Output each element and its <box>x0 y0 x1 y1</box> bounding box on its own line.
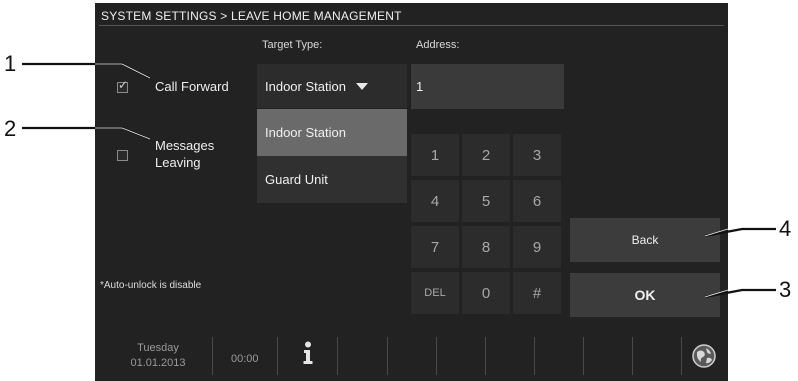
title-divider <box>99 25 724 26</box>
call-forward-label: Call Forward <box>155 79 229 94</box>
address-field[interactable]: 1 <box>411 64 564 109</box>
option-guard-unit[interactable]: Guard Unit <box>257 156 407 203</box>
page-title: SYSTEM SETTINGS > LEAVE HOME MANAGEMENT <box>101 9 402 23</box>
messages-leaving-line2: Leaving <box>155 155 201 170</box>
status-divider <box>485 337 486 375</box>
target-type-options: Indoor Station Guard Unit <box>257 109 407 203</box>
key-hash[interactable]: # <box>513 272 561 314</box>
status-divider <box>632 337 633 375</box>
messages-leaving-label: Messages Leaving <box>155 137 214 171</box>
status-divider <box>436 337 437 375</box>
date-display: Tuesday 01.01.2013 <box>115 341 201 371</box>
call-forward-option[interactable]: ✓ Call Forward <box>117 78 229 95</box>
option-indoor-station[interactable]: Indoor Station <box>257 109 407 156</box>
status-divider <box>534 337 535 375</box>
key-5[interactable]: 5 <box>462 180 510 222</box>
key-9[interactable]: 9 <box>513 226 561 268</box>
key-6[interactable]: 6 <box>513 180 561 222</box>
target-type-header: Target Type: <box>262 39 323 51</box>
device-screen: SYSTEM SETTINGS > LEAVE HOME MANAGEMENT … <box>95 3 728 381</box>
messages-leaving-line1: Messages <box>155 138 215 153</box>
status-divider <box>337 337 338 375</box>
callout-1: 1 <box>4 51 17 76</box>
status-divider <box>277 337 278 375</box>
date-label: 01.01.2013 <box>130 357 186 369</box>
call-forward-checkbox[interactable]: ✓ <box>117 78 128 93</box>
messages-leaving-checkbox[interactable] <box>117 150 128 161</box>
globe-icon[interactable] <box>691 343 717 369</box>
callout-2: 2 <box>4 116 17 141</box>
target-type-dropdown[interactable]: Indoor Station <box>257 64 407 108</box>
key-7[interactable]: 7 <box>411 226 459 268</box>
checkbox-tick-icon: ✓ <box>118 78 129 92</box>
time-display: 00:00 <box>231 353 259 365</box>
info-icon[interactable] <box>300 341 316 365</box>
day-label: Tuesday <box>137 342 179 354</box>
key-8[interactable]: 8 <box>462 226 510 268</box>
key-3[interactable]: 3 <box>513 134 561 176</box>
address-header: Address: <box>416 39 460 51</box>
callout-4: 4 <box>779 216 792 241</box>
key-4[interactable]: 4 <box>411 180 459 222</box>
status-bar: Tuesday 01.01.2013 00:00 <box>95 331 728 381</box>
key-del[interactable]: DEL <box>411 272 459 314</box>
messages-leaving-option[interactable]: Messages Leaving <box>117 137 214 171</box>
ok-button[interactable]: OK <box>570 273 720 317</box>
status-divider <box>387 337 388 375</box>
status-divider <box>681 337 682 375</box>
target-type-selected: Indoor Station <box>265 78 346 94</box>
address-value: 1 <box>416 79 424 94</box>
auto-unlock-note: *Auto-unlock is disable <box>100 280 202 291</box>
key-2[interactable]: 2 <box>462 134 510 176</box>
status-divider <box>212 337 213 375</box>
status-divider <box>583 337 584 375</box>
back-button[interactable]: Back <box>570 218 720 262</box>
dropdown-caret-icon <box>355 82 368 90</box>
key-1[interactable]: 1 <box>411 134 459 176</box>
key-0[interactable]: 0 <box>462 272 510 314</box>
callout-3: 3 <box>779 277 792 302</box>
